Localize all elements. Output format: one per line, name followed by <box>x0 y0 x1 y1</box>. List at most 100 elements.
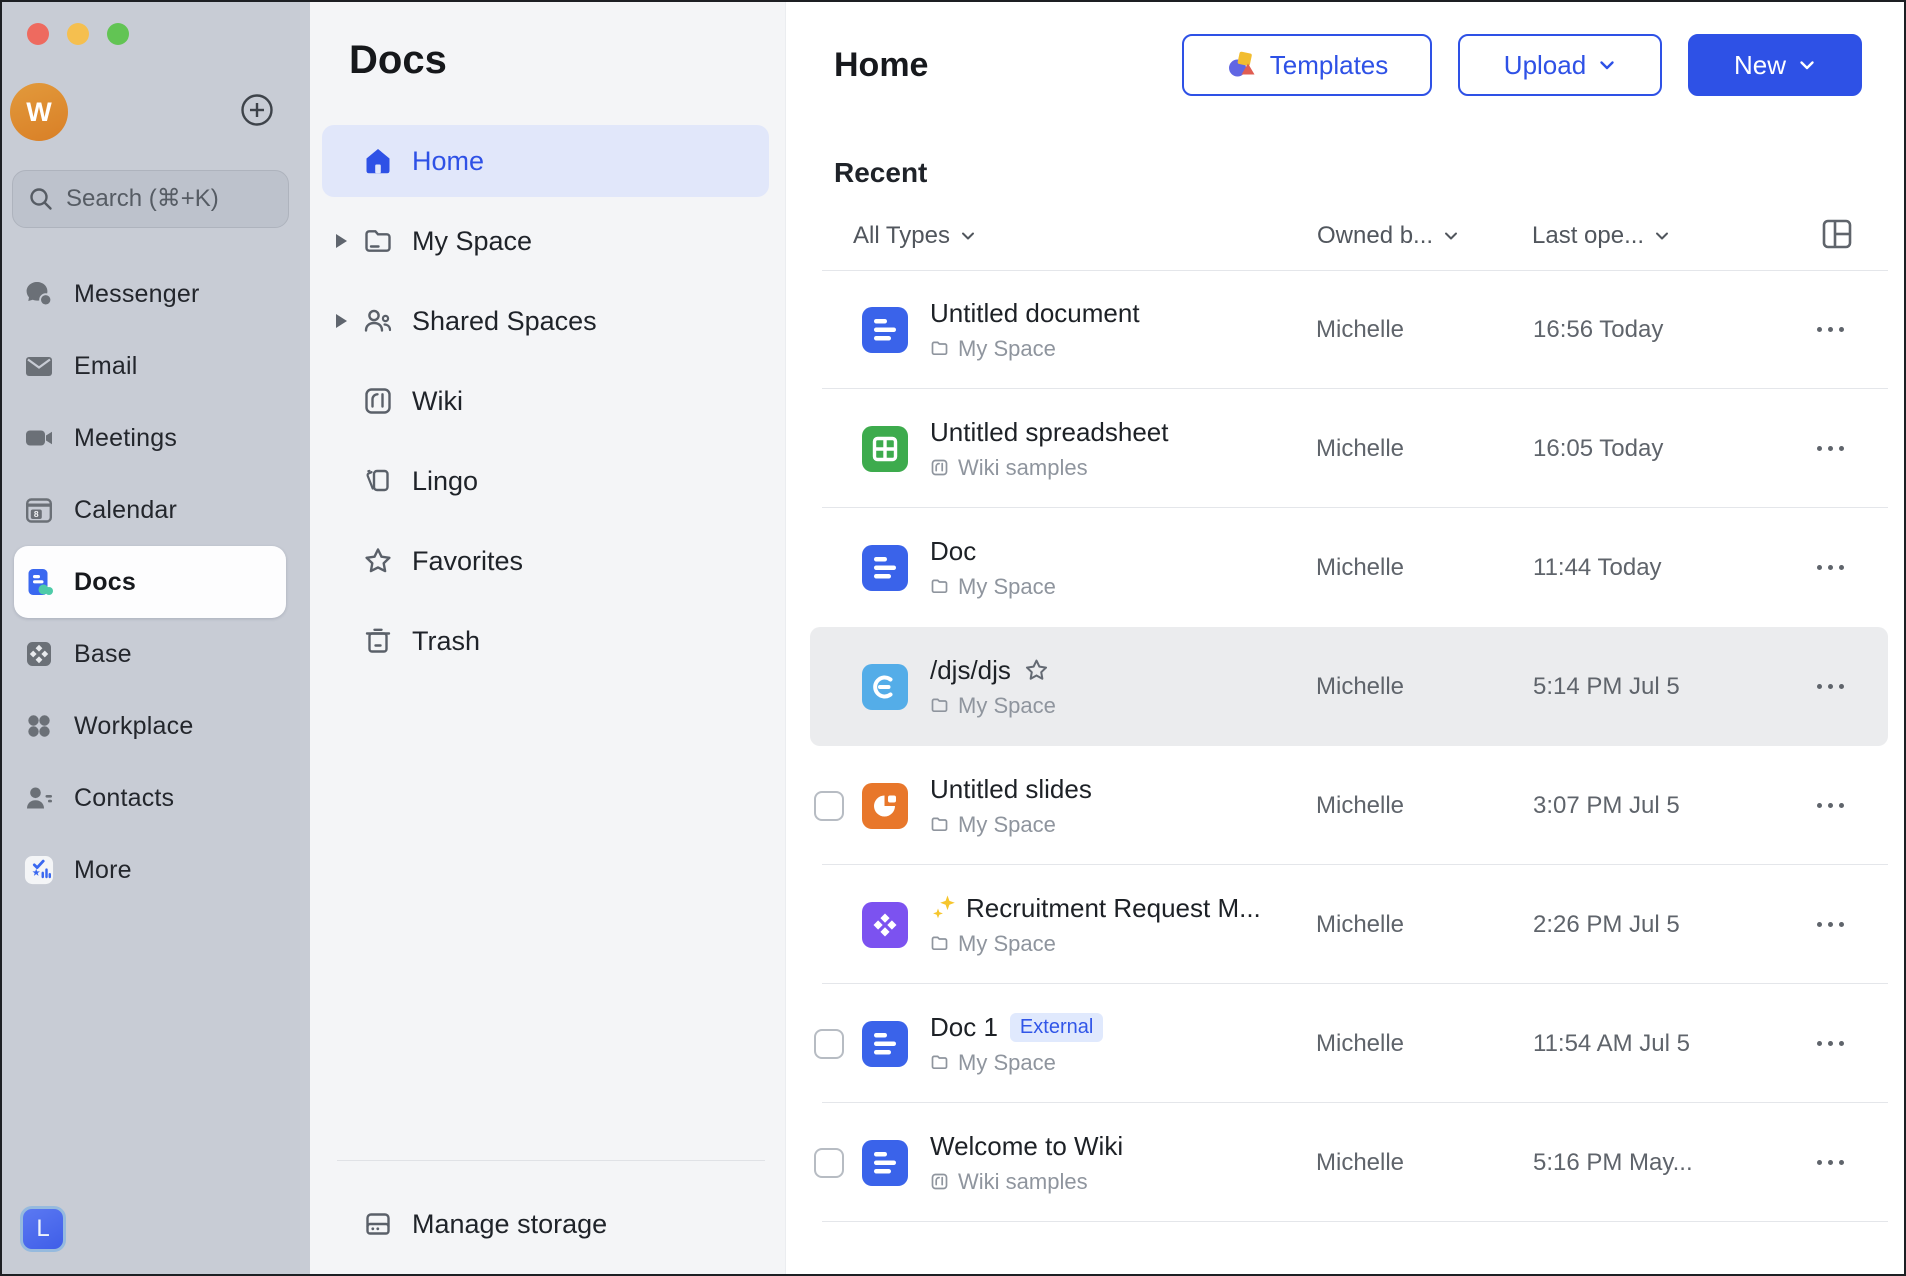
rail-item-meetings[interactable]: Meetings <box>2 402 310 474</box>
file-last-opened: 16:56 Today <box>1533 316 1779 344</box>
panel-item-my-space[interactable]: My Space <box>322 205 769 277</box>
main-content: Home Templates Upload New <box>786 2 1904 1274</box>
wiki-small-icon <box>930 458 949 477</box>
chevron-down-icon <box>1798 56 1816 74</box>
rail-item-email[interactable]: Email <box>2 330 310 402</box>
section-title-recent: Recent <box>834 157 927 189</box>
templates-button[interactable]: Templates <box>1182 34 1432 96</box>
svg-text:8: 8 <box>34 509 39 519</box>
sparkles-icon <box>930 894 958 922</box>
filter-last-opened-label: Last ope... <box>1532 222 1644 250</box>
close-window-button[interactable] <box>27 23 49 45</box>
file-owner: Michelle <box>1316 554 1533 582</box>
rail-item-more[interactable]: More <box>2 834 310 906</box>
add-icon[interactable] <box>240 93 274 127</box>
wiki-small-icon <box>930 1172 949 1191</box>
folder-small-icon <box>930 1053 949 1072</box>
base-icon <box>24 639 54 669</box>
file-row[interactable]: Doc 1 External My Space Michelle 11:54 A… <box>810 984 1888 1103</box>
more-actions-icon[interactable] <box>1815 1033 1846 1054</box>
more-actions-icon[interactable] <box>1815 795 1846 816</box>
folder-icon <box>362 225 394 257</box>
panel-item-favorites[interactable]: Favorites <box>322 525 769 597</box>
folder-small-icon <box>930 696 949 715</box>
filter-owned-by[interactable]: Owned b... <box>1317 222 1459 250</box>
doc-blue-file-icon <box>862 307 908 353</box>
file-name-cell: Doc 1 External My Space <box>930 1012 1316 1076</box>
dock-badge[interactable]: L <box>20 1206 66 1252</box>
file-location: My Space <box>958 812 1056 838</box>
slides-orange-file-icon <box>862 783 908 829</box>
row-checkbox-cell <box>814 1029 862 1059</box>
panel-item-lingo[interactable]: Lingo <box>322 445 769 517</box>
search-bar[interactable] <box>12 170 289 228</box>
manage-storage-label: Manage storage <box>412 1209 607 1240</box>
docs-panel: Docs Home My Space Shared Spaces Wiki <box>310 2 786 1274</box>
more-actions-icon[interactable] <box>1815 914 1846 935</box>
file-name-cell: Recruitment Request M... My Space <box>930 893 1316 957</box>
grid-view-icon[interactable] <box>1819 216 1855 252</box>
file-last-opened: 2:26 PM Jul 5 <box>1533 911 1779 939</box>
new-button[interactable]: New <box>1688 34 1862 96</box>
favorite-star-icon[interactable] <box>1023 657 1050 684</box>
search-input[interactable] <box>66 185 273 213</box>
row-checkbox[interactable] <box>814 1029 844 1059</box>
filter-all-types[interactable]: All Types <box>853 222 976 250</box>
file-row[interactable]: Welcome to Wiki Wiki samples Michelle 5:… <box>810 1103 1888 1222</box>
rail-item-label: Calendar <box>74 496 177 525</box>
row-checkbox[interactable] <box>814 1148 844 1178</box>
file-last-opened: 16:05 Today <box>1533 435 1779 463</box>
more-actions-icon[interactable] <box>1815 438 1846 459</box>
row-actions-cell <box>1779 319 1888 340</box>
rail-item-calendar[interactable]: 8 Calendar <box>2 474 310 546</box>
file-row[interactable]: Doc My Space Michelle 11:44 Today <box>810 508 1888 627</box>
docx-lightblue-file-icon <box>862 664 908 710</box>
rail-item-docs[interactable]: Docs <box>14 546 286 618</box>
workplace-icon <box>24 711 54 741</box>
wiki-icon <box>362 385 394 417</box>
manage-storage-button[interactable]: Manage storage <box>322 1188 769 1260</box>
more-actions-icon[interactable] <box>1815 676 1846 697</box>
panel-item-label: My Space <box>412 226 532 257</box>
star-icon <box>362 545 394 577</box>
rail-item-messenger[interactable]: Messenger <box>2 258 310 330</box>
upload-label: Upload <box>1504 50 1586 81</box>
rail-item-contacts[interactable]: Contacts <box>2 762 310 834</box>
row-checkbox[interactable] <box>814 791 844 821</box>
expand-caret-icon[interactable] <box>336 314 362 328</box>
more-actions-icon[interactable] <box>1815 1152 1846 1173</box>
zoom-window-button[interactable] <box>107 23 129 45</box>
file-location: Wiki samples <box>958 1169 1088 1195</box>
more-actions-icon[interactable] <box>1815 557 1846 578</box>
rail-item-base[interactable]: Base <box>2 618 310 690</box>
panel-item-wiki[interactable]: Wiki <box>322 365 769 437</box>
file-row[interactable]: Untitled slides My Space Michelle 3:07 P… <box>810 746 1888 865</box>
avatar[interactable]: W <box>10 83 68 141</box>
file-name: Doc <box>930 536 976 567</box>
row-checkbox-cell <box>814 791 862 821</box>
panel-footer: Manage storage <box>322 1188 769 1260</box>
panel-item-trash[interactable]: Trash <box>322 605 769 677</box>
file-row[interactable]: /djs/djs My Space Michelle 5:14 PM Jul 5 <box>810 627 1888 746</box>
calendar-icon: 8 <box>24 495 54 525</box>
people-icon <box>362 305 394 337</box>
templates-icon <box>1226 49 1258 81</box>
file-last-opened: 3:07 PM Jul 5 <box>1533 792 1779 820</box>
expand-caret-icon[interactable] <box>336 234 362 248</box>
folder-small-icon <box>930 815 949 834</box>
rail-item-workplace[interactable]: Workplace <box>2 690 310 762</box>
file-row[interactable]: Untitled spreadsheet Wiki samples Michel… <box>810 389 1888 508</box>
file-owner: Michelle <box>1316 792 1533 820</box>
filter-last-opened[interactable]: Last ope... <box>1532 222 1670 250</box>
more-actions-icon[interactable] <box>1815 319 1846 340</box>
docs-colored-icon <box>24 567 54 597</box>
minimize-window-button[interactable] <box>67 23 89 45</box>
file-last-opened: 5:14 PM Jul 5 <box>1533 673 1779 701</box>
lingo-icon <box>362 465 394 497</box>
panel-item-home[interactable]: Home <box>322 125 769 197</box>
file-row[interactable]: Recruitment Request M... My Space Michel… <box>810 865 1888 984</box>
upload-button[interactable]: Upload <box>1458 34 1662 96</box>
panel-item-shared-spaces[interactable]: Shared Spaces <box>322 285 769 357</box>
file-row[interactable]: Untitled document My Space Michelle 16:5… <box>810 270 1888 389</box>
row-actions-cell <box>1779 914 1888 935</box>
